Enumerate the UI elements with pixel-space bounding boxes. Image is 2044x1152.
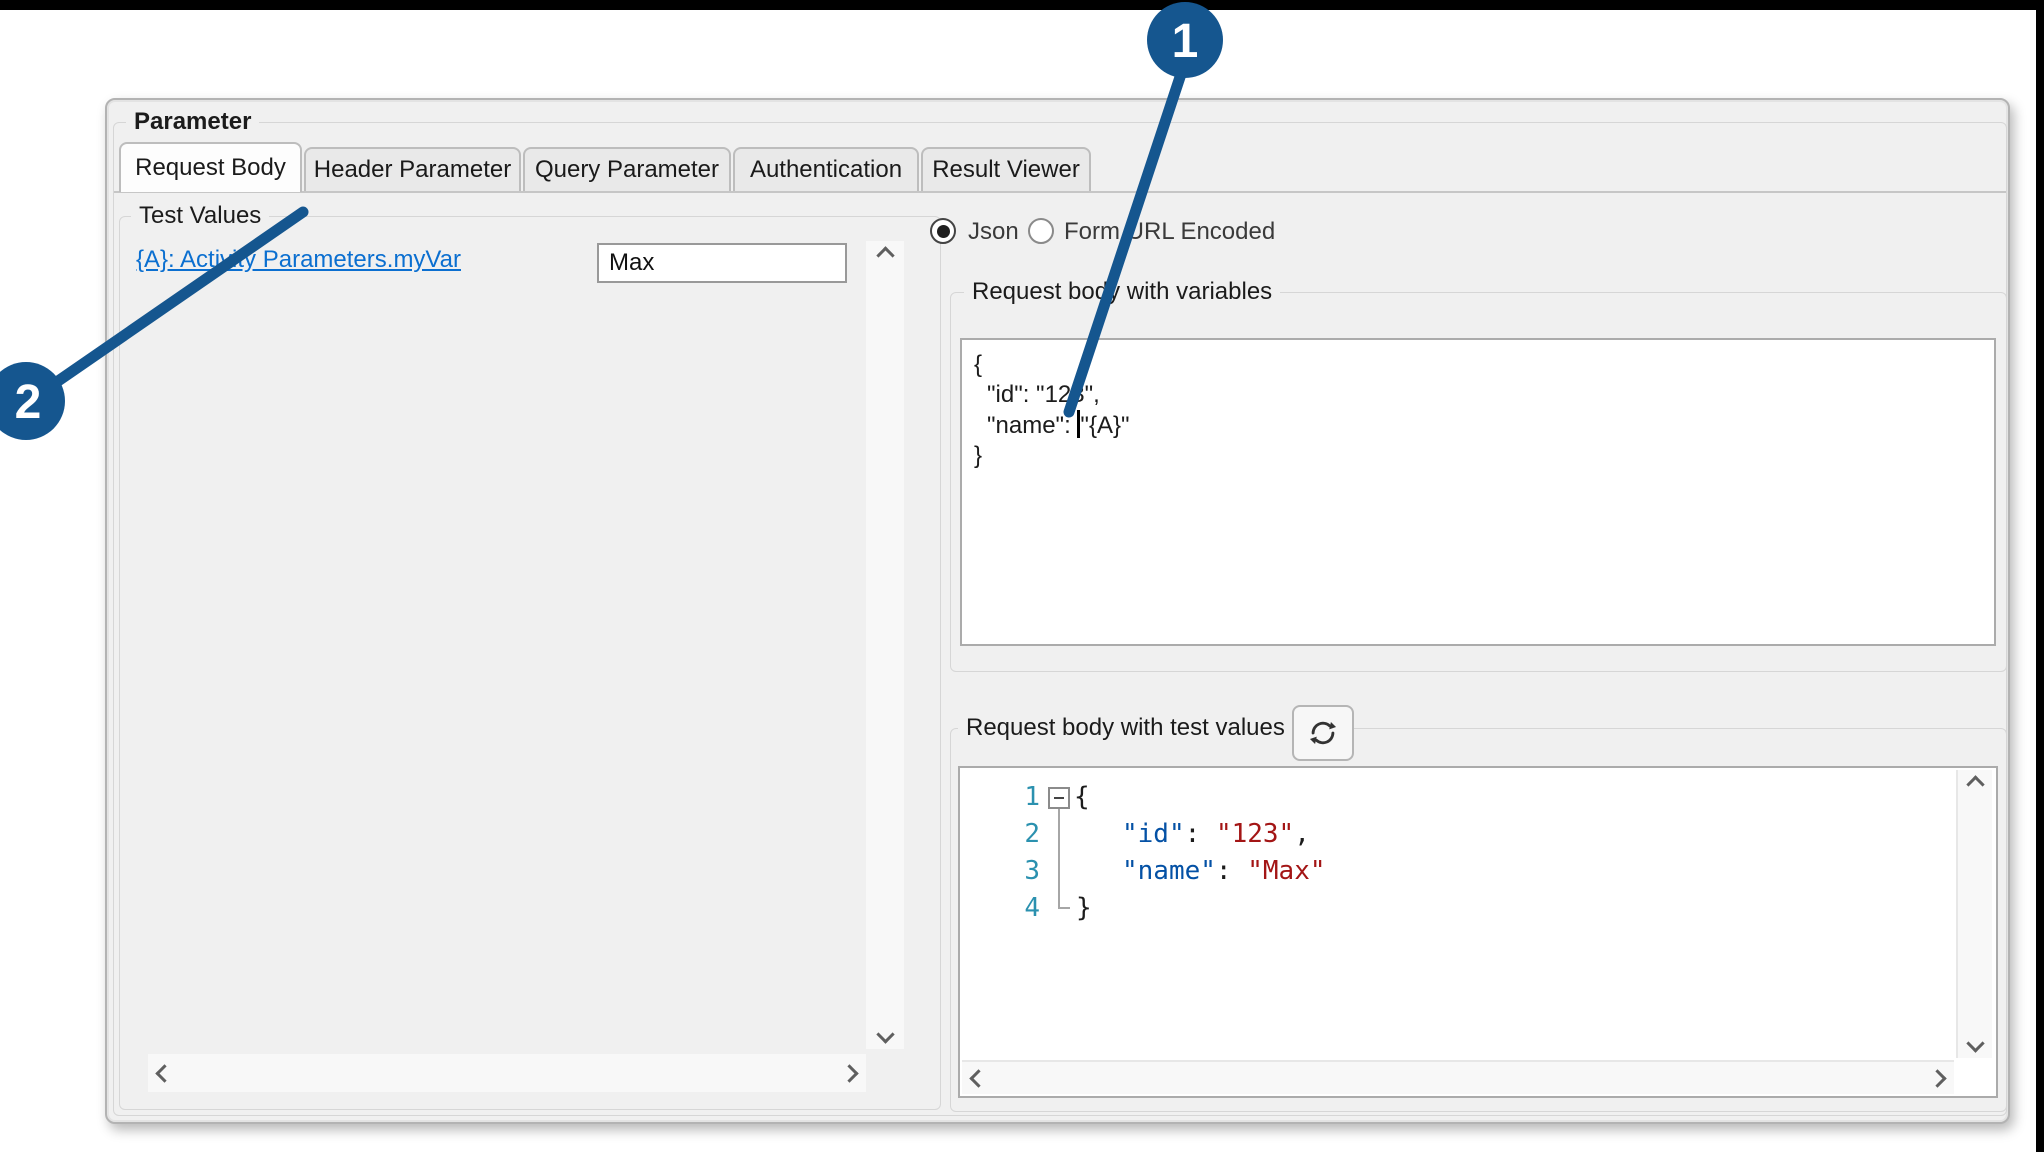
test-values-horizontal-scrollbar[interactable] [148, 1054, 866, 1092]
callout-1-number: 1 [1172, 15, 1199, 68]
chevron-up-icon[interactable] [876, 246, 894, 264]
right-black-bar [2036, 0, 2044, 1152]
radio-dot [937, 225, 950, 238]
test-value-input-text: Max [609, 249, 654, 277]
variables-line-3-after: "{A}" [1080, 412, 1129, 439]
tab-authentication-label: Authentication [750, 156, 902, 184]
variables-line-4: } [974, 441, 1994, 471]
chevron-down-icon[interactable] [1966, 1034, 1984, 1052]
tab-authentication[interactable]: Authentication [733, 147, 919, 191]
variables-line-2: "id": "123", [974, 380, 1994, 410]
variables-group-title: Request body with variables [964, 278, 1280, 306]
parameter-group-title: Parameter [126, 108, 259, 136]
test-value-input[interactable]: Max [597, 243, 847, 283]
test-values-vertical-scrollbar[interactable] [866, 241, 904, 1049]
code-line-number: 1 [1000, 780, 1040, 814]
test-body-group-title: Request body with test values [958, 714, 1293, 742]
code-line-number: 2 [1000, 817, 1040, 851]
code-line-2: "id": "123", [1122, 817, 1310, 851]
variables-line-3-before: "name": [987, 412, 1077, 439]
tab-result-viewer[interactable]: Result Viewer [921, 147, 1091, 191]
tab-request-body[interactable]: Request Body [119, 142, 302, 192]
refresh-icon [1306, 716, 1340, 750]
variables-line-3: "name": "{A}" [974, 410, 1994, 441]
tab-result-viewer-label: Result Viewer [932, 156, 1080, 184]
test-values-groupbox [119, 216, 941, 1110]
variables-textarea[interactable]: { "id": "123", "name": "{A}" } [960, 338, 1996, 646]
json-radio[interactable] [930, 218, 956, 244]
code-line-4: } [1076, 891, 1092, 925]
test-body-code-viewer [958, 766, 1998, 1098]
code-line-3: "name": "Max" [1122, 854, 1326, 888]
form-url-encoded-radio[interactable] [1028, 218, 1054, 244]
code-horizontal-scrollbar[interactable] [962, 1060, 1954, 1094]
code-line-number: 3 [1000, 854, 1040, 888]
tab-query-parameter[interactable]: Query Parameter [523, 147, 731, 191]
tab-query-parameter-label: Query Parameter [535, 156, 719, 184]
callout-1-circle [1147, 2, 1223, 78]
tab-header-parameter[interactable]: Header Parameter [304, 147, 521, 191]
form-url-encoded-radio-label[interactable]: Form URL Encoded [1064, 218, 1275, 246]
variables-line-1: { [974, 350, 1994, 380]
tabstrip-baseline [114, 191, 2006, 193]
top-black-bar [0, 0, 2044, 10]
refresh-button[interactable] [1292, 705, 1354, 761]
variable-link[interactable]: {A}: Activity Parameters.myVar [136, 246, 461, 274]
collapse-minus-icon[interactable] [1048, 787, 1070, 809]
chevron-up-icon[interactable] [1966, 775, 1984, 793]
fold-guide-line [1058, 809, 1070, 909]
tab-header-parameter-label: Header Parameter [314, 156, 511, 184]
chevron-left-icon[interactable] [969, 1069, 987, 1087]
test-values-group-title: Test Values [131, 202, 269, 230]
chevron-right-icon[interactable] [840, 1064, 858, 1082]
chevron-right-icon[interactable] [1928, 1069, 1946, 1087]
json-radio-label[interactable]: Json [968, 218, 1019, 246]
code-vertical-scrollbar[interactable] [1956, 770, 1992, 1058]
callout-2-number: 2 [15, 376, 42, 429]
chevron-down-icon[interactable] [876, 1025, 894, 1043]
chevron-left-icon[interactable] [155, 1064, 173, 1082]
callout-2-circle [0, 362, 65, 440]
tab-request-body-label: Request Body [135, 154, 286, 182]
code-line-number: 4 [1000, 891, 1040, 925]
code-line-1: { [1074, 780, 1090, 814]
